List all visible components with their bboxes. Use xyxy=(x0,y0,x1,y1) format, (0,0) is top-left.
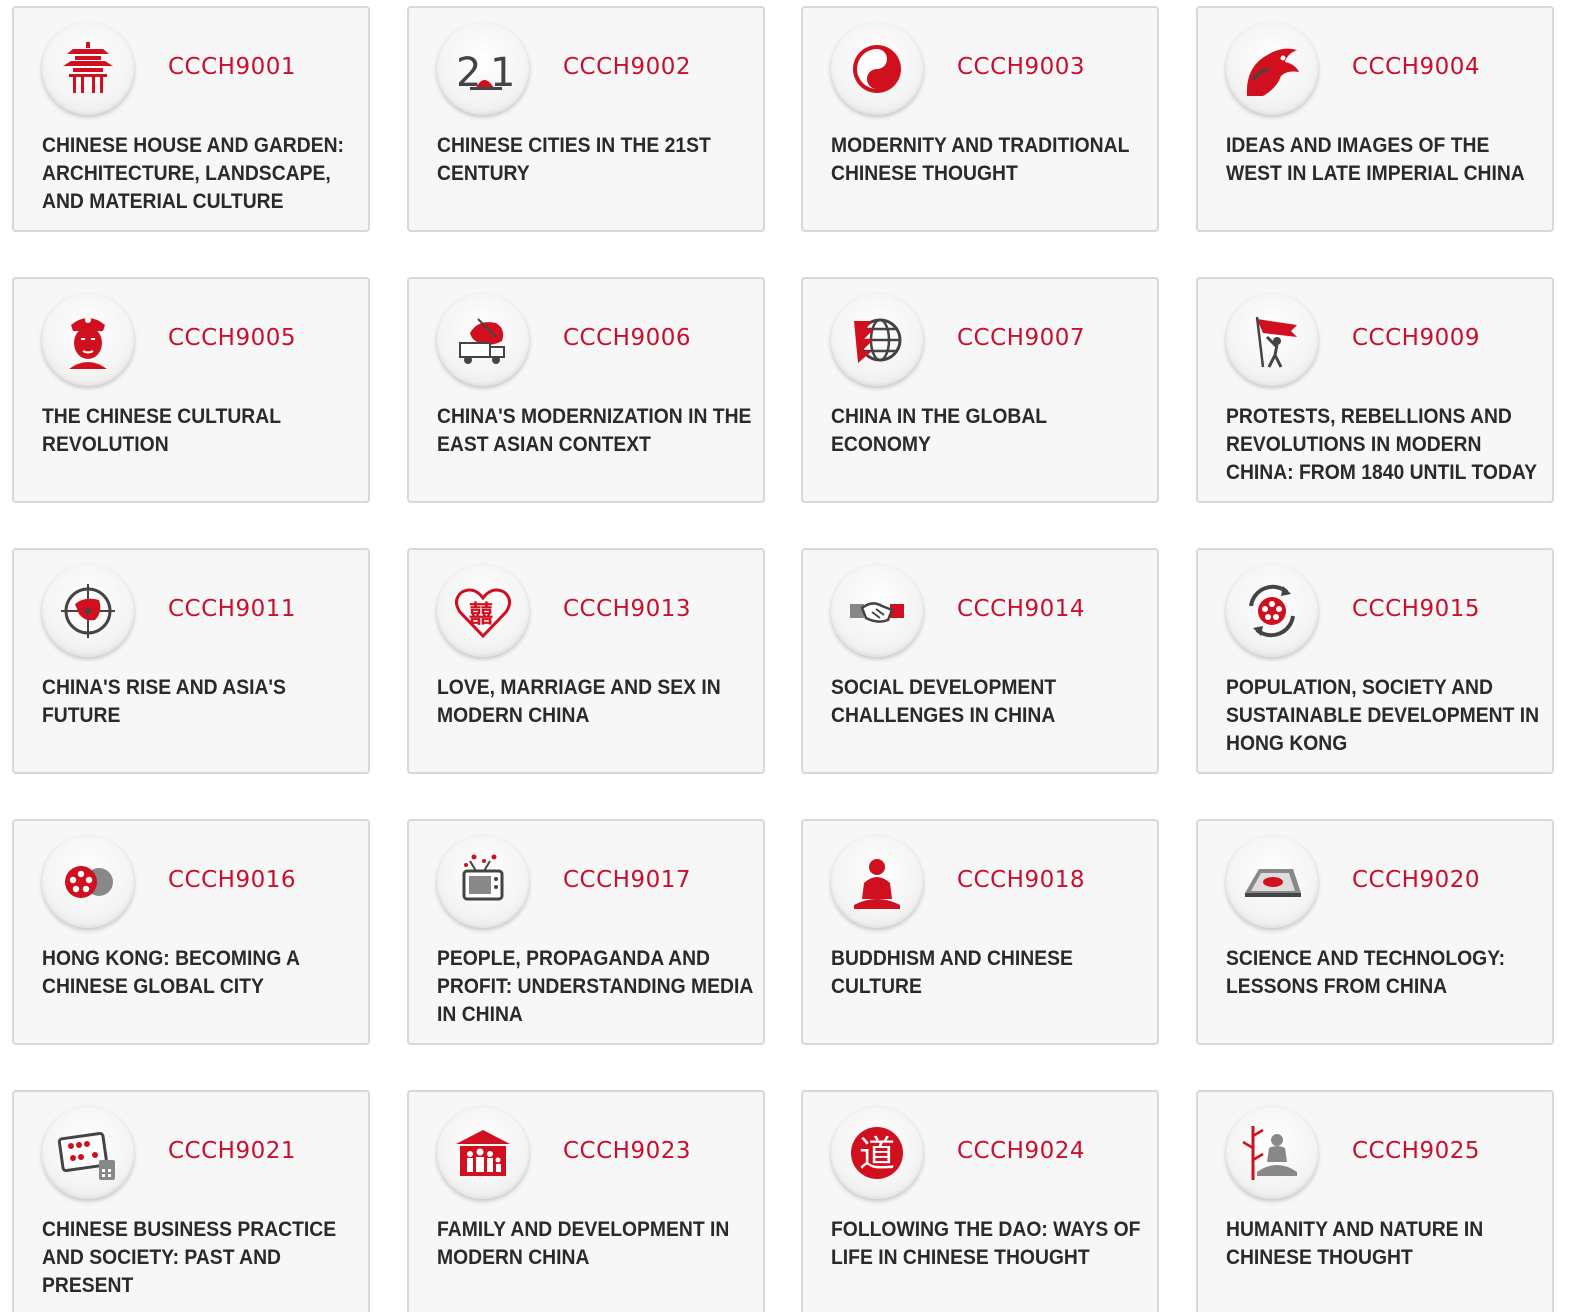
course-code: CCCH9023 xyxy=(563,1138,692,1164)
abacus-icon xyxy=(42,1107,134,1199)
dragon-icon xyxy=(1226,23,1318,115)
course-code: CCCH9009 xyxy=(1352,325,1481,351)
course-code: CCCH9013 xyxy=(563,596,692,622)
course-code: CCCH9021 xyxy=(168,1138,297,1164)
course-title: People, Propaganda and Profit: Understan… xyxy=(437,947,753,1026)
course-code: CCCH9007 xyxy=(957,325,1086,351)
course-card-ccch9016[interactable]: CCCH9016 Hong Kong: Becoming a Chinese Gl… xyxy=(12,819,370,1045)
flag-bearer-icon xyxy=(1226,294,1318,386)
course-title: Chinese Cities in the 21st Century xyxy=(437,134,711,185)
course-code: CCCH9016 xyxy=(168,867,297,893)
course-title: Social Development Challenges in China xyxy=(831,676,1057,727)
course-card-ccch9011[interactable]: CCCH9011 China's Rise and Asia's Future xyxy=(12,548,370,774)
course-card-ccch9001[interactable]: CCCH9001 Chinese House and Garden: Archit… xyxy=(12,6,370,232)
course-card-ccch9002[interactable]: 2 1 CCCH9002 Chinese Cities in the 21st Cen… xyxy=(407,6,765,232)
course-code: CCCH9003 xyxy=(957,54,1086,80)
city-21-icon: 21 xyxy=(437,23,529,115)
television-icon xyxy=(437,836,529,928)
course-code: CCCH9002 xyxy=(563,54,692,80)
course-card-ccch9021[interactable]: CCCH9021 Chinese Business Practice and So… xyxy=(12,1090,370,1312)
course-card-ccch9013[interactable]: 囍 CCCH9013 Love, Marriage and Sex in Moder… xyxy=(407,548,765,774)
course-title: Buddhism and Chinese Culture xyxy=(831,947,1073,998)
course-code: CCCH9015 xyxy=(1352,596,1481,622)
course-title: Protests, Rebellions and Revolutions in … xyxy=(1226,405,1537,484)
course-code: CCCH9006 xyxy=(563,325,692,351)
handshake-icon xyxy=(831,565,923,657)
course-title: Humanity and Nature in Chinese Thought xyxy=(1226,1218,1484,1269)
course-title: Family and Development in Modern China xyxy=(437,1218,730,1269)
dao-character-icon: 道 xyxy=(831,1107,923,1199)
bauhinia-cycle-icon xyxy=(1226,565,1318,657)
course-card-ccch9024[interactable]: 道 CCCH9024 Following the Dao: Ways of Life… xyxy=(801,1090,1159,1312)
globe-icon xyxy=(831,294,923,386)
course-card-ccch9023[interactable]: CCCH9023 Family and Development in Modern… xyxy=(407,1090,765,1312)
course-card-ccch9014[interactable]: CCCH9014 Social Development Challenges in… xyxy=(801,548,1159,774)
course-title: Love, Marriage and Sex in Modern China xyxy=(437,676,721,727)
course-title: Ideas and Images of the West in Late Imp… xyxy=(1226,134,1525,185)
bauhinia-globe-icon xyxy=(42,836,134,928)
compass-icon xyxy=(42,565,134,657)
course-card-ccch9003[interactable]: CCCH9003 Modernity and Traditional Chines… xyxy=(801,6,1159,232)
course-card-ccch9025[interactable]: CCCH9025 Humanity and Nature in Chinese T… xyxy=(1196,1090,1554,1312)
course-card-ccch9017[interactable]: CCCH9017 People, Propaganda and Profit: U… xyxy=(407,819,765,1045)
course-card-ccch9005[interactable]: CCCH9005 The Chinese Cultural Revolution xyxy=(12,277,370,503)
map-truck-icon xyxy=(437,294,529,386)
course-code: CCCH9014 xyxy=(957,596,1086,622)
course-code: CCCH9001 xyxy=(168,54,297,80)
pagoda-icon xyxy=(42,23,134,115)
course-title: The Chinese Cultural Revolution xyxy=(42,405,281,456)
course-code: CCCH9017 xyxy=(563,867,692,893)
course-title: Modernity and Traditional Chinese Though… xyxy=(831,134,1130,185)
course-card-ccch9007[interactable]: CCCH9007 China in the Global Economy xyxy=(801,277,1159,503)
buddha-icon xyxy=(831,836,923,928)
course-title: China's Modernization in the East Asian … xyxy=(437,405,752,456)
course-title: Population, Society and Sustainable Deve… xyxy=(1226,676,1540,755)
course-grid: CCCH9001 Chinese House and Garden: Archit… xyxy=(0,0,1570,1312)
course-title: Science and Technology: Lessons from Chi… xyxy=(1226,947,1506,998)
double-happiness-heart-icon: 囍 xyxy=(437,565,529,657)
course-title: Chinese Business Practice and Society: P… xyxy=(42,1218,337,1297)
course-title: China's Rise and Asia's Future xyxy=(42,676,286,727)
course-card-ccch9006[interactable]: CCCH9006 China's Modernization in the Eas… xyxy=(407,277,765,503)
course-code: CCCH9024 xyxy=(957,1138,1086,1164)
course-code: CCCH9004 xyxy=(1352,54,1481,80)
portrait-icon xyxy=(42,294,134,386)
course-title: China in the Global Economy xyxy=(831,405,1047,456)
course-card-ccch9015[interactable]: CCCH9015 Population, Society and Sustaina… xyxy=(1196,548,1554,774)
course-title: Chinese House and Garden: Architecture, … xyxy=(42,134,344,213)
family-house-icon xyxy=(437,1107,529,1199)
course-code: CCCH9020 xyxy=(1352,867,1481,893)
course-title: Hong Kong: Becoming a Chinese Global Cit… xyxy=(42,947,300,998)
course-title: Following the Dao: Ways of Life in Chine… xyxy=(831,1218,1141,1269)
course-card-ccch9018[interactable]: CCCH9018 Buddhism and Chinese Culture xyxy=(801,819,1159,1045)
course-card-ccch9009[interactable]: CCCH9009 Protests, Rebellions and Revolut… xyxy=(1196,277,1554,503)
svg-text:囍: 囍 xyxy=(469,600,493,628)
course-code: CCCH9011 xyxy=(168,596,297,622)
course-code: CCCH9025 xyxy=(1352,1138,1481,1164)
svg-text:道: 道 xyxy=(859,1134,895,1175)
meditation-bamboo-icon xyxy=(1226,1107,1318,1199)
course-code: CCCH9018 xyxy=(957,867,1086,893)
compass-board-icon xyxy=(1226,836,1318,928)
course-card-ccch9020[interactable]: CCCH9020 Science and Technology: Lessons … xyxy=(1196,819,1554,1045)
yin-yang-icon xyxy=(831,23,923,115)
course-code: CCCH9005 xyxy=(168,325,297,351)
course-card-ccch9004[interactable]: CCCH9004 Ideas and Images of the West in … xyxy=(1196,6,1554,232)
